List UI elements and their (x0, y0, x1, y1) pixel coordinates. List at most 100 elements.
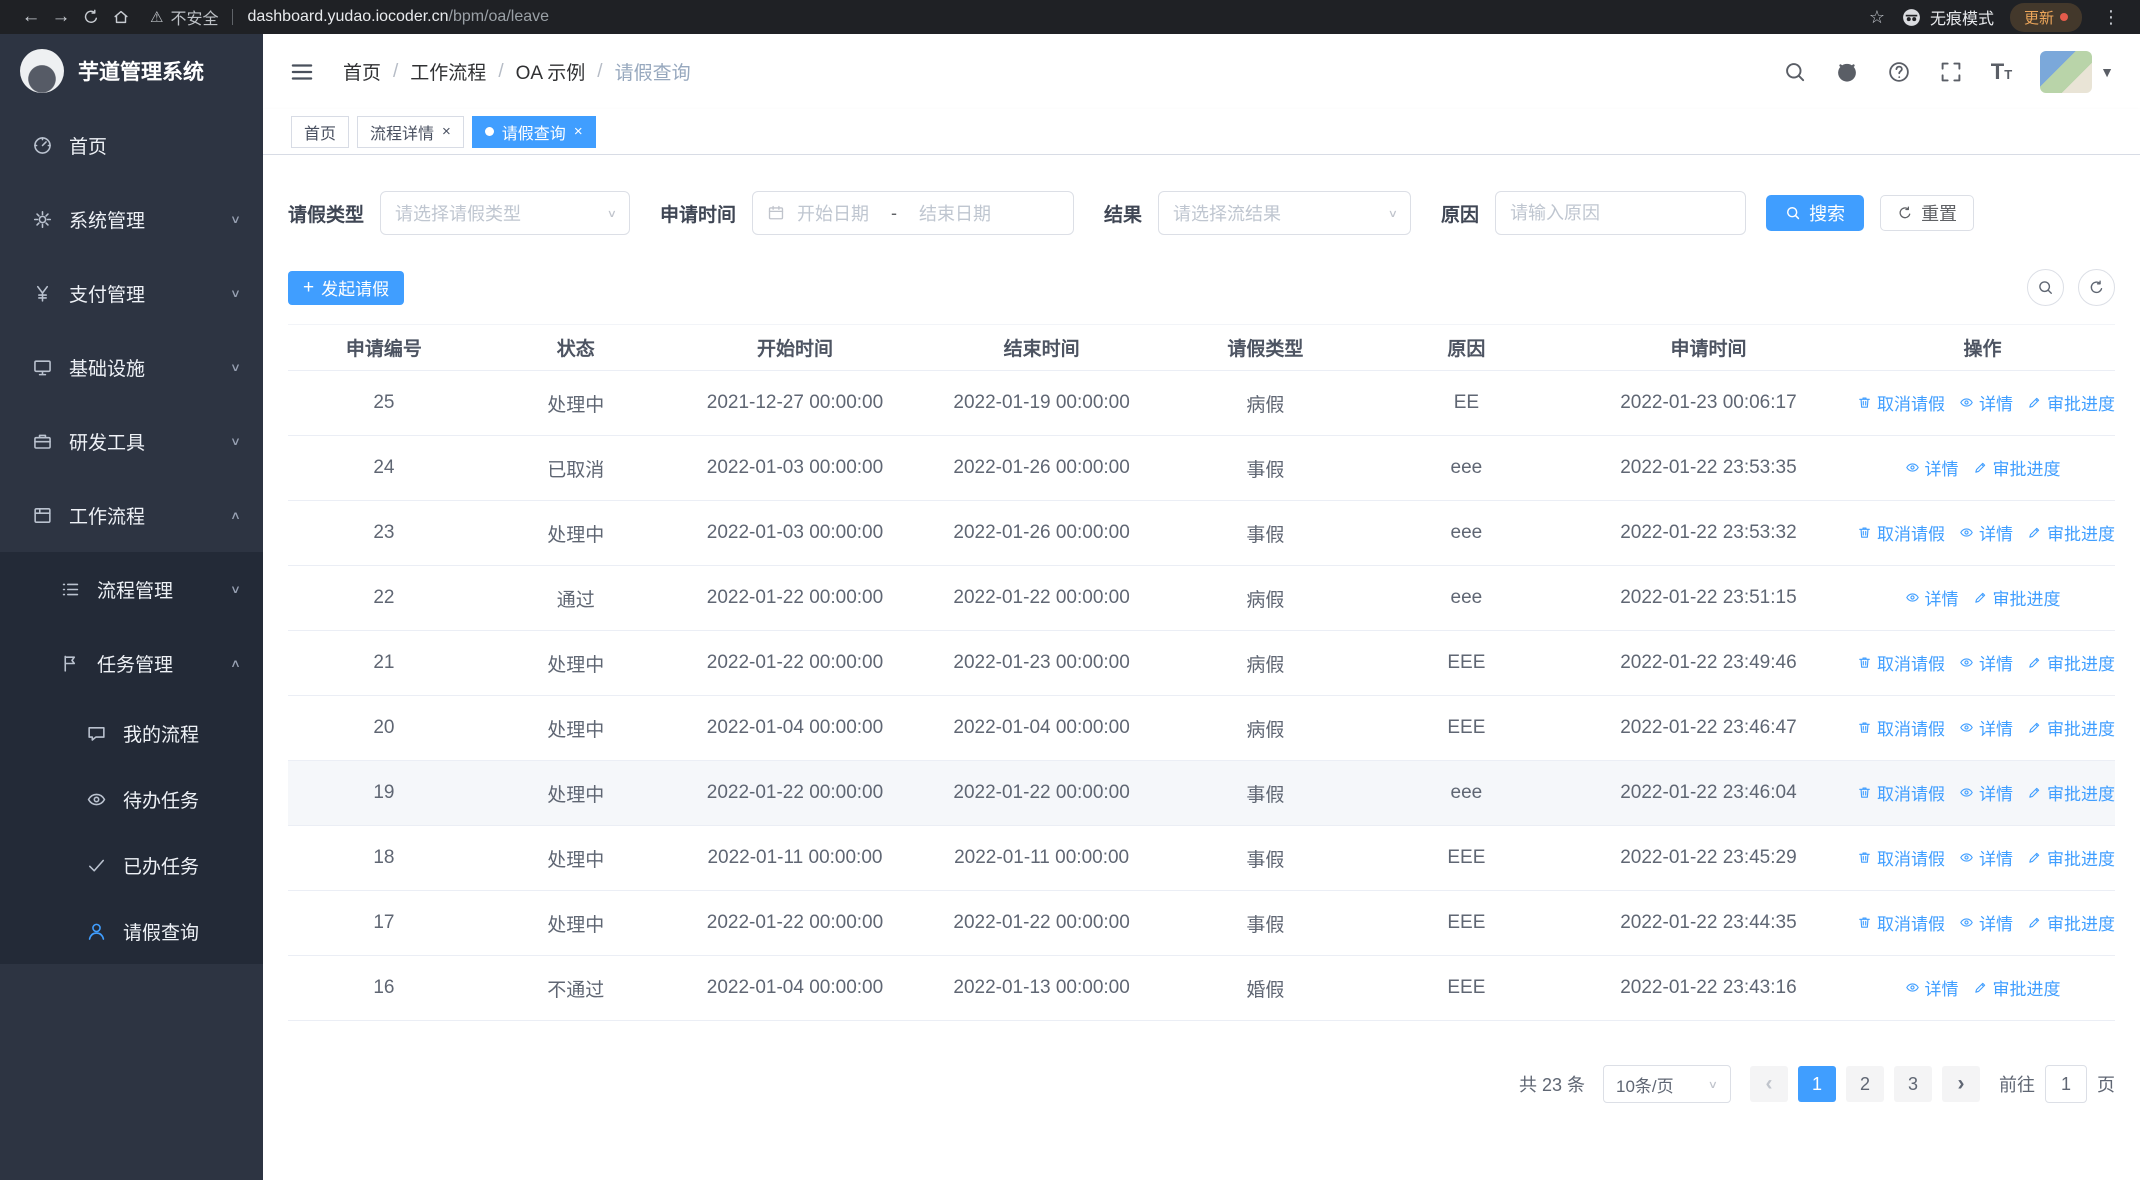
page-button-1[interactable]: 1 (1798, 1066, 1836, 1102)
apply-time-range-picker[interactable]: 开始日期 - 结束日期 (752, 191, 1075, 235)
tab-请假查询[interactable]: 请假查询 × (471, 115, 596, 148)
reload-icon[interactable] (76, 8, 106, 26)
cancel-leave-link[interactable]: 取消请假 (1857, 780, 1945, 805)
detail-link[interactable]: 详情 (1959, 520, 2013, 545)
notification-dot (2060, 13, 2068, 21)
search-icon[interactable] (1783, 60, 1807, 84)
column-header-5: 原因 (1365, 324, 1567, 371)
trash-icon (1857, 525, 1872, 540)
progress-link[interactable]: 审批进度 (2027, 520, 2115, 545)
sidebar-item-todo-tasks[interactable]: 待办任务 (0, 766, 263, 832)
cancel-leave-link[interactable]: 取消请假 (1857, 650, 1945, 675)
sidebar-item-task-mgmt[interactable]: 任务管理 ∧ (0, 626, 263, 700)
user-avatar[interactable]: ▼ (2040, 50, 2114, 93)
trash-icon (1857, 655, 1872, 670)
close-tab-icon[interactable]: × (442, 123, 451, 140)
page-button-3[interactable]: 3 (1894, 1066, 1932, 1102)
sidebar-item-leave-query[interactable]: 请假查询 (0, 898, 263, 964)
action-label: 审批进度 (2047, 395, 2116, 414)
toggle-search-icon[interactable] (2027, 269, 2064, 306)
help-icon[interactable] (1887, 60, 1911, 84)
sidebar-item-label: 研发工具 (69, 432, 146, 454)
sidebar-item-infra[interactable]: 基础设施 ∨ (0, 330, 263, 404)
next-page-button[interactable]: › (1942, 1066, 1980, 1102)
detail-link[interactable]: 详情 (1959, 715, 2013, 740)
progress-link[interactable]: 审批进度 (1973, 975, 2061, 1000)
chevron-down-icon: ∨ (230, 213, 241, 226)
sidebar-item-system[interactable]: 系统管理 ∨ (0, 182, 263, 256)
detail-link[interactable]: 详情 (1959, 650, 2013, 675)
detail-link[interactable]: 详情 (1959, 845, 2013, 870)
tab-流程详情[interactable]: 流程详情 × (357, 115, 464, 148)
update-button[interactable]: 更新 (2009, 2, 2082, 32)
goto-page-input[interactable] (2045, 1065, 2087, 1103)
search-icon (1785, 205, 1801, 221)
refresh-table-icon[interactable] (2078, 269, 2115, 306)
sidebar-item-payment[interactable]: 支付管理 ∨ (0, 256, 263, 330)
close-tab-icon[interactable]: × (574, 123, 583, 140)
cancel-leave-link[interactable]: 取消请假 (1857, 845, 1945, 870)
font-size-icon[interactable]: TT (1991, 60, 2012, 83)
detail-link[interactable]: 详情 (1905, 455, 1959, 480)
sidebar-item-process-mgmt[interactable]: 流程管理 ∨ (0, 552, 263, 626)
sidebar-item-workflow[interactable]: 工作流程 ∧ (0, 478, 263, 552)
cancel-leave-link[interactable]: 取消请假 (1857, 390, 1945, 415)
goto-label: 前往 (1999, 1075, 2035, 1095)
cancel-leave-link[interactable]: 取消请假 (1857, 715, 1945, 740)
cancel-leave-link[interactable]: 取消请假 (1857, 520, 1945, 545)
home-icon[interactable] (106, 8, 136, 26)
trash-icon (1857, 850, 1872, 865)
bookmark-star-icon[interactable]: ☆ (1869, 7, 1885, 28)
detail-link[interactable]: 详情 (1959, 910, 2013, 935)
breadcrumb-item[interactable]: 首页 (343, 58, 381, 85)
progress-link[interactable]: 审批进度 (2027, 910, 2115, 935)
sidebar-item-my-process[interactable]: 我的流程 (0, 700, 263, 766)
search-button[interactable]: 搜索 (1766, 195, 1865, 231)
cell-apply-id: 24 (288, 435, 480, 501)
prev-page-button[interactable]: ‹ (1750, 1066, 1788, 1102)
result-select[interactable]: 请选择流结果 ∨ (1158, 191, 1412, 235)
create-leave-button[interactable]: + 发起请假 (288, 270, 405, 305)
browser-menu-icon[interactable]: ⋮ (2098, 7, 2124, 28)
page-size-select[interactable]: 10条/页 ∨ (1603, 1065, 1731, 1103)
action-label: 详情 (1979, 655, 2014, 674)
tools-icon (30, 431, 54, 452)
progress-link[interactable]: 审批进度 (2027, 845, 2115, 870)
tab-首页[interactable]: 首页 (291, 115, 350, 148)
progress-link[interactable]: 审批进度 (2027, 780, 2115, 805)
github-icon[interactable] (1835, 60, 1859, 84)
sidebar-item-home[interactable]: 首页 (0, 108, 263, 182)
sidebar-item-devtools[interactable]: 研发工具 ∨ (0, 404, 263, 478)
progress-link[interactable]: 审批进度 (2027, 715, 2115, 740)
progress-link[interactable]: 审批进度 (1973, 455, 2061, 480)
detail-link[interactable]: 详情 (1905, 585, 1959, 610)
action-label: 详情 (1979, 915, 2014, 934)
back-icon[interactable]: ← (16, 6, 46, 28)
address-bar[interactable]: ⚠ 不安全 dashboard.yudao.iocoder.cn/bpm/oa/… (150, 5, 1869, 29)
workflow-submenu: 流程管理 ∨ 任务管理 ∧ 我的流程 待办任务 已办任务 请假查询 (0, 552, 263, 964)
progress-link[interactable]: 审批进度 (1973, 585, 2061, 610)
sidebar-item-done-tasks[interactable]: 已办任务 (0, 832, 263, 898)
detail-link[interactable]: 详情 (1905, 975, 1959, 1000)
detail-link[interactable]: 详情 (1959, 390, 2013, 415)
sidebar-item-label: 基础设施 (69, 358, 146, 380)
forward-icon[interactable]: → (46, 6, 76, 28)
table-row: 20 处理中 2022-01-04 00:00:00 2022-01-04 00:00… (288, 695, 2115, 761)
leave-type-select[interactable]: 请选择请假类型 ∨ (380, 191, 631, 235)
progress-link[interactable]: 审批进度 (2027, 390, 2115, 415)
detail-link[interactable]: 详情 (1959, 780, 2013, 805)
reason-input[interactable] (1495, 191, 1747, 235)
progress-link[interactable]: 审批进度 (2027, 650, 2115, 675)
fullscreen-icon[interactable] (1939, 60, 1963, 84)
page-button-2[interactable]: 2 (1846, 1066, 1884, 1102)
yen-icon (30, 283, 54, 304)
edit-icon (1973, 590, 1988, 605)
breadcrumb-item[interactable]: 工作流程 (410, 58, 486, 85)
reset-button[interactable]: 重置 (1880, 195, 1975, 231)
hamburger-icon[interactable] (289, 59, 315, 85)
action-label: 取消请假 (1877, 720, 1946, 739)
action-label: 审批进度 (2047, 655, 2116, 674)
breadcrumb-item[interactable]: OA 示例 (516, 58, 586, 85)
security-warning[interactable]: ⚠ 不安全 (150, 5, 218, 29)
cancel-leave-link[interactable]: 取消请假 (1857, 910, 1945, 935)
